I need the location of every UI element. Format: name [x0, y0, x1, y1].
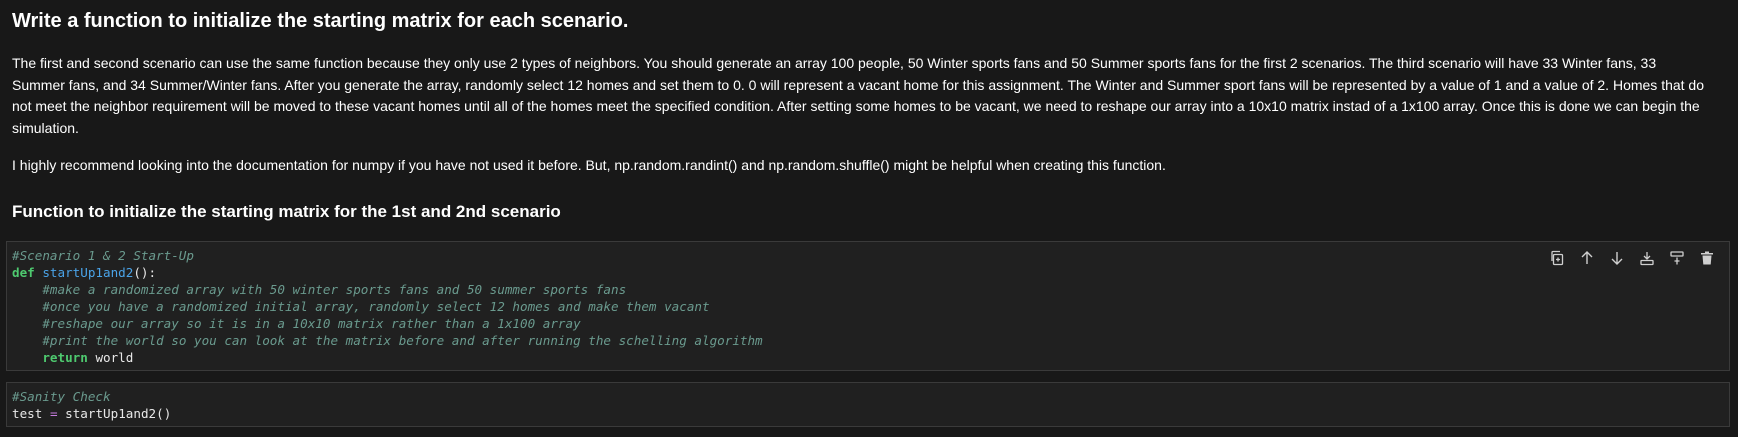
markdown-paragraph-2: I highly recommend looking into the docu…: [12, 157, 1166, 173]
code-comment: #make a randomized array with 50 winter …: [42, 282, 627, 297]
code-editor[interactable]: #Sanity Check test = startUp1and2(): [7, 383, 1729, 422]
code-comment: #Scenario 1 & 2 Start-Up: [12, 248, 194, 263]
insert-below-icon[interactable]: [1637, 248, 1657, 268]
split-cell-icon[interactable]: [1667, 248, 1687, 268]
copy-icon[interactable]: [1547, 248, 1567, 268]
code-cell-startup[interactable]: #Scenario 1 & 2 Start-Up def startUp1and…: [6, 241, 1730, 371]
code-comment: #reshape our array so it is in a 10x10 m…: [42, 316, 581, 331]
cell-toolbar: [1547, 248, 1717, 268]
code-operator: =: [49, 406, 58, 421]
markdown-paragraph-1: The first and second scenario can use th…: [12, 55, 1705, 136]
code-call: startUp1and2(): [65, 406, 172, 421]
markdown-heading: Write a function to initialize the start…: [12, 10, 629, 32]
markdown-subheading: Function to initialize the starting matr…: [12, 202, 561, 221]
code-cell-sanity-check[interactable]: #Sanity Check test = startUp1and2(): [6, 382, 1730, 427]
code-keyword: return: [42, 350, 88, 365]
code-comment: #once you have a randomized initial arra…: [42, 299, 710, 314]
code-comment: #Sanity Check: [12, 389, 111, 404]
code-comment: #print the world so you can look at the …: [42, 333, 763, 348]
code-function-name: startUp1and2: [42, 265, 134, 280]
code-text: world: [95, 350, 134, 365]
trash-icon[interactable]: [1697, 248, 1717, 268]
code-editor[interactable]: #Scenario 1 & 2 Start-Up def startUp1and…: [7, 242, 1729, 366]
code-keyword: def: [12, 265, 35, 280]
arrow-down-icon[interactable]: [1607, 248, 1627, 268]
code-text: ():: [133, 265, 157, 280]
arrow-up-icon[interactable]: [1577, 248, 1597, 268]
code-variable: test: [12, 406, 43, 421]
